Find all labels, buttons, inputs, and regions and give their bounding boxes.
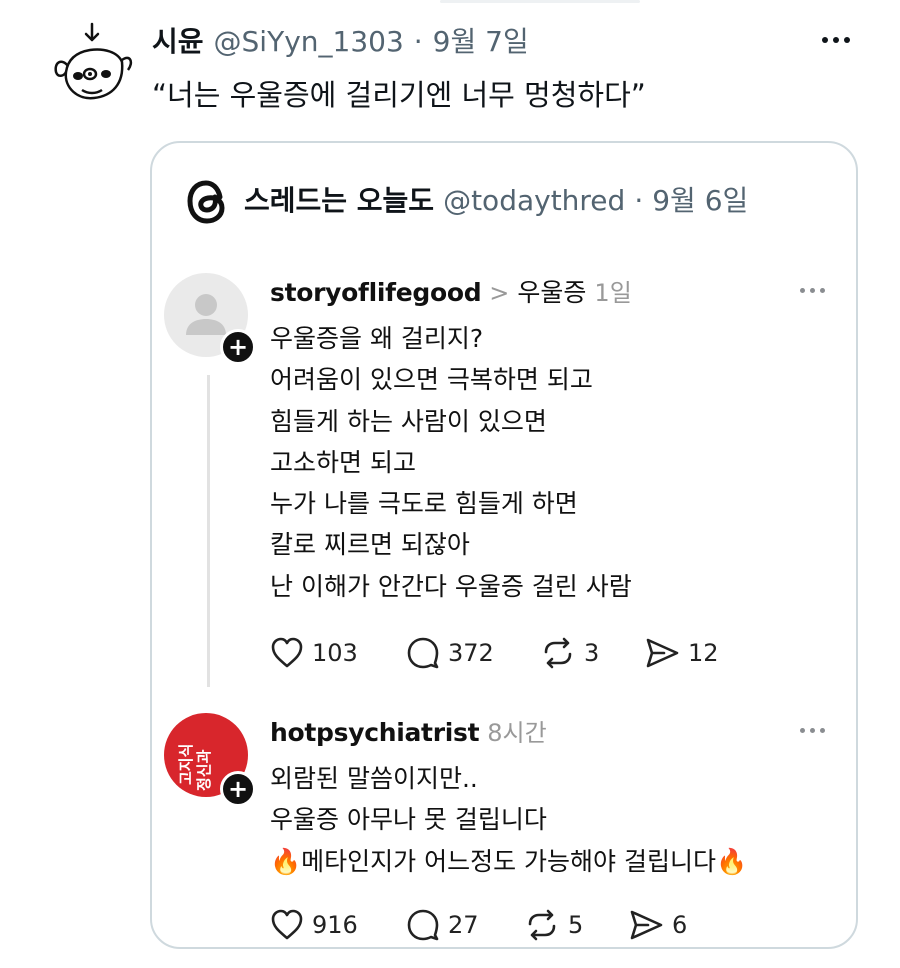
post-2-header: hotpsychiatrist 8시간	[270, 713, 547, 748]
post-1-line: 누가 나를 극도로 힘들게 하면	[270, 489, 578, 519]
post-1-reply-count: 372	[448, 639, 494, 667]
tweet-handle[interactable]: @SiYyn_1303	[214, 25, 404, 58]
post-2-more-icon[interactable]	[800, 728, 825, 733]
post-2-avatar-text: 고지식	[177, 743, 195, 785]
post-1-username[interactable]: storyoflifegood	[270, 278, 482, 307]
heart-icon	[271, 909, 303, 940]
thread-connector-line	[207, 375, 210, 687]
post-2-repost-count: 5	[568, 911, 584, 939]
send-icon	[646, 638, 679, 668]
post-2-reply-button[interactable]: 27	[406, 909, 524, 941]
post-2-line: 외람된 말씀이지만..	[270, 764, 478, 793]
tweet-avatar[interactable]	[48, 18, 136, 106]
post-2-line: 🔥메타인지가 어느정도 가능해야 걸립니다🔥	[270, 846, 748, 876]
post-2-share-count: 6	[672, 911, 688, 939]
tweet-display-name[interactable]: 시윤	[152, 20, 204, 60]
post-1-line: 고소하면 되고	[270, 447, 416, 477]
tweet-separator: ·	[413, 25, 423, 58]
tweet-more-icon[interactable]	[822, 37, 850, 43]
quote-card[interactable]: 스레드는 오늘도 @todaythred · 9월 6일 + storyofli…	[150, 141, 858, 949]
quote-handle[interactable]: @todaythred	[443, 184, 625, 217]
send-icon	[630, 910, 663, 940]
tweet-text: “너는 우울증에 걸리기엔 너무 멍청하다”	[152, 78, 646, 112]
doodle-dog-icon	[54, 22, 133, 100]
post-1-reply-button[interactable]: 372	[406, 637, 540, 669]
post-1-line: 어려움이 있으면 극복하면 되고	[270, 365, 593, 395]
quote-separator: ·	[634, 184, 644, 217]
post-1-repost-button[interactable]: 3	[540, 637, 644, 669]
post-2-actions: 916 27 5 6	[270, 909, 728, 941]
post-2-time: 8시간	[487, 719, 547, 747]
post-1-time: 1일	[594, 279, 632, 307]
post-2-like-button[interactable]: 916	[270, 909, 406, 941]
post-1-repost-count: 3	[584, 639, 600, 667]
post-2-body: 외람된 말씀이지만.. 우울증 아무나 못 걸립니다 🔥메타인지가 어느정도 가…	[270, 758, 747, 882]
post-2-line: 우울증 아무나 못 걸립니다	[270, 805, 547, 835]
tweet-date[interactable]: 9월 7일	[433, 20, 529, 60]
post-1-line: 우울증을 왜 걸리지?	[270, 324, 484, 353]
post-1-more-icon[interactable]	[800, 288, 825, 293]
post-2-repost-button[interactable]: 5	[524, 909, 628, 941]
post-1-line: 칼로 찌르면 되잖아	[270, 530, 470, 560]
comment-icon	[407, 909, 439, 941]
post-1-actions: 103 372 3 12	[270, 637, 744, 669]
comment-icon	[407, 637, 439, 669]
post-1-body: 우울증을 왜 걸리지? 어려움이 있으면 극복하면 되고 힘들게 하는 사람이 …	[270, 318, 632, 607]
threads-logo-icon	[184, 175, 230, 227]
tweet-header: 시윤 @SiYyn_1303 · 9월 7일	[152, 20, 529, 60]
post-2-reply-count: 27	[448, 911, 479, 939]
post-1-follow-plus-icon[interactable]: +	[220, 329, 256, 365]
quote-date[interactable]: 9월 6일	[652, 179, 748, 219]
heart-icon	[271, 637, 303, 668]
post-1-topic-tag[interactable]: 우울증	[517, 273, 586, 309]
quote-header: 스레드는 오늘도 @todaythred · 9월 6일	[244, 179, 748, 219]
post-1-line: 힘들게 하는 사람이 있으면	[270, 406, 547, 436]
repost-icon	[544, 637, 572, 669]
post-2-avatar-text-2: 정신과	[195, 749, 213, 791]
quote-display-name[interactable]: 스레드는 오늘도	[244, 179, 434, 219]
avatar-text-line: 고지식	[177, 743, 195, 785]
post-1-share-count: 12	[688, 639, 719, 667]
repost-icon	[528, 909, 556, 941]
post-1-like-count: 103	[312, 639, 358, 667]
post-2-follow-plus-icon[interactable]: +	[220, 771, 256, 807]
post-1-tag-arrow: >	[489, 279, 510, 307]
post-1-line: 난 이해가 안간다 우울증 걸린 사람	[270, 571, 632, 601]
top-divider	[440, 0, 640, 3]
post-1-share-button[interactable]: 12	[644, 637, 744, 669]
avatar-text-line: 정신과	[195, 749, 213, 791]
post-2-username[interactable]: hotpsychiatrist	[270, 718, 480, 747]
post-2-like-count: 916	[312, 911, 358, 939]
post-1-header: storyoflifegood > 우울증 1일	[270, 273, 632, 309]
post-2-share-button[interactable]: 6	[628, 909, 728, 941]
post-1-like-button[interactable]: 103	[270, 637, 406, 669]
